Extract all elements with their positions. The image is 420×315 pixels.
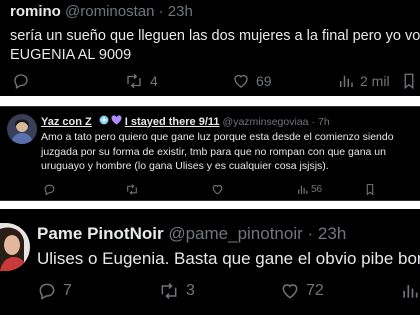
name-emojis	[99, 115, 122, 128]
reply-icon	[12, 72, 30, 90]
views-button[interactable]: 56	[297, 183, 322, 196]
tweet-text: Amo a tato pero quiero que gane luz porq…	[41, 130, 394, 174]
avatar[interactable]	[0, 223, 30, 271]
views-icon	[338, 72, 354, 90]
bookmark-icon	[365, 183, 375, 196]
author-name[interactable]: Pame PinotNoir	[37, 224, 164, 243]
tweet-text-line: Amo a tato pero quiero que gane luz porq…	[41, 131, 394, 143]
separator-dot: ·	[311, 115, 315, 128]
author-handle[interactable]: @yazminsegoviaa	[223, 116, 309, 128]
like-icon	[211, 183, 224, 196]
tweet-text-line: sería un sueño que lleguen las dos mujer…	[10, 28, 420, 44]
reply-button[interactable]: 7	[37, 281, 72, 301]
avatar[interactable]	[7, 114, 37, 144]
like-count: 69	[256, 73, 272, 89]
tweet-text-line: Ulises o Eugenia. Basta que gane el obvi…	[37, 249, 420, 268]
separator-dot: ·	[158, 3, 164, 20]
sparkle-icon	[99, 115, 109, 128]
author-handle[interactable]: @rominostan	[65, 3, 154, 20]
views-icon	[297, 183, 308, 196]
author-name-suffix[interactable]: I stayed there 9/11	[125, 116, 220, 128]
author-handle[interactable]: @pame_pinotnoir	[168, 224, 302, 243]
retweet-button[interactable]	[125, 183, 139, 196]
author-name[interactable]: romino	[10, 3, 61, 20]
reply-icon	[43, 183, 56, 196]
author-name[interactable]: Yaz con Z	[41, 116, 92, 128]
retweet-count: 3	[186, 282, 195, 299]
tweet-yaz[interactable]: Yaz con Z I stayed there 9/11 @yazminseg…	[0, 106, 420, 201]
like-button[interactable]: 69	[232, 72, 272, 90]
reply-icon	[37, 281, 57, 301]
timestamp[interactable]: 23h	[168, 3, 193, 20]
like-icon	[232, 72, 250, 90]
tweet-text-line: EUGENIA AL 9009	[10, 47, 132, 63]
purple-heart-icon	[111, 115, 122, 128]
tweet-text-line: juzgada por su forma de existir, tmb par…	[41, 145, 386, 158]
tweet-text: sería un sueño que lleguen las dos mujer…	[10, 27, 420, 65]
like-count: 72	[306, 282, 324, 299]
bookmark-button[interactable]	[403, 72, 415, 90]
timestamp[interactable]: 7h	[318, 116, 330, 128]
retweet-icon	[124, 72, 144, 90]
retweet-count: 4	[150, 73, 158, 89]
views-count: 56	[311, 184, 323, 195]
tweet-text-line: uruguayo y hombre (lo gana Ulises y es c…	[41, 160, 329, 172]
views-icon	[401, 281, 419, 301]
timestamp[interactable]: 23h	[318, 224, 346, 243]
tweet-text: Ulises o Eugenia. Basta que gane el obvi…	[37, 248, 420, 270]
views-button[interactable]	[401, 281, 419, 301]
retweet-button[interactable]: 4	[124, 72, 158, 90]
separator-dot: ·	[307, 224, 314, 243]
like-button[interactable]	[211, 183, 224, 196]
tweet-header: romino @rominostan · 23h	[10, 3, 193, 20]
retweet-icon	[125, 183, 139, 196]
bookmark-icon	[403, 72, 415, 90]
tweet-romino[interactable]: romino @rominostan · 23h sería un sueño …	[0, 0, 420, 96]
views-count: 2 mil	[360, 73, 390, 89]
like-button[interactable]: 72	[280, 281, 324, 301]
reply-count: 7	[63, 282, 72, 299]
views-button[interactable]: 2 mil	[338, 72, 390, 90]
like-icon	[280, 281, 300, 301]
reply-button[interactable]	[12, 72, 30, 90]
retweet-button[interactable]: 3	[158, 281, 195, 301]
tweet-pame[interactable]: Pame PinotNoir @pame_pinotnoir · 23h Uli…	[0, 209, 420, 315]
reply-button[interactable]	[43, 183, 56, 196]
bookmark-button[interactable]	[365, 183, 375, 196]
retweet-icon	[158, 281, 180, 301]
tweet-header: Yaz con Z I stayed there 9/11 @yazminseg…	[41, 115, 330, 128]
tweet-header: Pame PinotNoir @pame_pinotnoir · 23h	[37, 224, 346, 244]
